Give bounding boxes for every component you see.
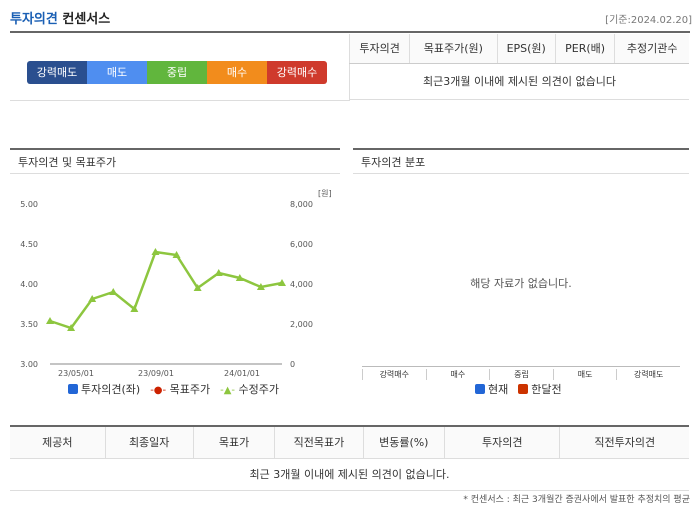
header-divider (10, 31, 690, 33)
col-change-rate: 변동률(%) (362, 425, 445, 459)
dist-cat-sell: 매도 (552, 369, 617, 380)
footnote: * 컨센서스 : 최근 3개월간 증권사에서 발표한 추정치의 평균 (463, 495, 690, 505)
rating-scale: 강력매도 매도 중립 매수 강력매수 (27, 61, 327, 84)
opinion-chart-title: 투자의견 및 목표주가 (10, 148, 340, 174)
col-eps: EPS(원) (496, 34, 556, 64)
y-right-tick-label: 4,000 (290, 280, 313, 289)
opinion-price-chart: 3.00 3.50 4.00 4.50 5.00 0 2,000 4,000 6,000 8,00… (20, 189, 332, 378)
legend-current: 현재 (475, 381, 508, 397)
col-estimator-count: 추정기관수 (614, 34, 689, 64)
col-last-date: 최종일자 (104, 425, 194, 459)
distribution-categories: 강력매수 매수 중립 매도 강력매도 (362, 369, 680, 380)
opinion-chart-legend: 투자의견(좌) -●- 목표주가 -▲- 수정주가 (68, 381, 279, 397)
y-left-tick-label: 4.00 (20, 280, 38, 289)
col-target-price: 목표주가(원) (409, 34, 497, 64)
x-tick-label: 24/01/01 (224, 369, 260, 378)
reports-table: 제공처 최종일자 목표가 직전목표가 변동률(%) 투자의견 직전투자의견 최근… (10, 425, 689, 491)
price-point (109, 288, 118, 295)
as-of-date: [기준:2024.02.20] (605, 15, 692, 26)
price-series-line (49, 250, 283, 330)
consensus-table: 투자의견 목표주가(원) EPS(원) PER(배) 추정기관수 최근3개월 이… (348, 34, 689, 100)
col-target: 목표가 (192, 425, 275, 459)
distribution-legend: 현재 한달전 (475, 381, 562, 397)
y-left-tick-label: 3.00 (20, 360, 38, 369)
legend-price: -▲- 수정주가 (220, 381, 279, 397)
distribution-axis (362, 366, 680, 367)
y-right-tick-label: 8,000 (290, 200, 313, 209)
dist-cat-strong-buy: 강력매수 (362, 369, 426, 380)
y-right-tick-label: 0 (290, 360, 295, 369)
legend-month-ago-label: 한달전 (531, 383, 562, 396)
y-left-tick-label: 5.00 (20, 200, 38, 209)
legend-opinion: 투자의견(좌) (68, 381, 140, 397)
legend-target-label: 목표주가 (169, 383, 211, 396)
legend-price-marker: -▲- (220, 385, 236, 396)
col-prev-target: 직전목표가 (274, 425, 364, 459)
consensus-empty-message: 최근3개월 이내에 제시된 의견이 없습니다 (349, 63, 689, 100)
title-main: 투자의견 (10, 12, 58, 27)
y-right-tick-label: 6,000 (290, 240, 313, 249)
y-left-tick-label: 4.50 (20, 240, 38, 249)
col-opinion: 투자의견 (348, 34, 410, 64)
y-right-tick-label: 2,000 (290, 320, 313, 329)
legend-opinion-swatch (68, 384, 78, 394)
rating-sell: 매도 (87, 61, 147, 84)
dist-cat-strong-sell: 강력매도 (616, 369, 680, 380)
rating-buy: 매수 (207, 61, 267, 84)
col-per: PER(배) (554, 34, 615, 64)
legend-price-label: 수정주가 (238, 383, 280, 396)
legend-month-ago-swatch (518, 384, 529, 394)
rating-strong-buy: 강력매수 (267, 61, 327, 84)
legend-month-ago: 한달전 (518, 381, 562, 397)
title-sub: 컨센서스 (62, 12, 111, 27)
x-tick-label: 23/09/01 (138, 369, 174, 378)
distribution-chart-title: 투자의견 분포 (353, 148, 689, 174)
legend-current-swatch (475, 384, 485, 394)
distribution-no-data: 해당 자료가 없습니다. (470, 277, 572, 290)
legend-opinion-label: 투자의견(좌) (81, 383, 141, 396)
y-right-unit: [원] (318, 189, 332, 198)
legend-current-label: 현재 (488, 383, 509, 396)
y-left-tick-label: 3.50 (20, 320, 38, 329)
col-provider: 제공처 (10, 425, 106, 459)
col-prev-opinion: 직전투자의견 (559, 425, 689, 459)
col-opinion: 투자의견 (444, 425, 560, 459)
x-tick-label: 23/05/01 (58, 369, 94, 378)
legend-target-marker: -●- (150, 385, 167, 396)
legend-target: -●- 목표주가 (150, 381, 210, 397)
dist-cat-neutral: 중립 (489, 369, 553, 380)
scale-divider (10, 100, 350, 101)
price-point (46, 317, 54, 324)
rating-neutral: 중립 (147, 61, 207, 84)
page-title: 투자의견 컨센서스 (10, 8, 110, 27)
dist-cat-buy: 매수 (425, 369, 490, 380)
reports-empty-message: 최근 3개월 이내에 제시된 의견이 없습니다. (10, 458, 689, 491)
rating-strong-sell: 강력매도 (27, 61, 87, 84)
